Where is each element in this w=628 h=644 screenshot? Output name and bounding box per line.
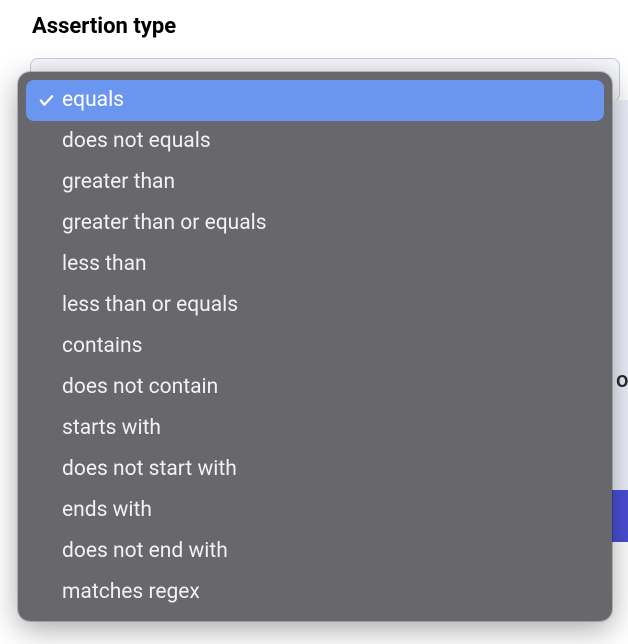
dropdown-option[interactable]: does not end with — [26, 531, 604, 572]
dropdown-option[interactable]: does not contain — [26, 367, 604, 408]
dropdown-option[interactable]: greater than or equals — [26, 203, 604, 244]
background-panel — [610, 100, 628, 530]
dropdown-option-label: less than or equals — [62, 295, 604, 316]
dropdown-option[interactable]: does not start with — [26, 449, 604, 490]
check-icon — [30, 92, 62, 109]
dropdown-option[interactable]: ends with — [26, 490, 604, 531]
dropdown-option[interactable]: matches regex — [26, 572, 604, 613]
background-button-fragment — [612, 490, 628, 542]
dropdown-option[interactable]: does not equals — [26, 121, 604, 162]
dropdown-option-label: ends with — [62, 500, 604, 521]
background-clipped-text: o — [616, 368, 628, 393]
assertion-type-dropdown: equals does not equals greater than greater… — [18, 72, 612, 621]
dropdown-option-label: greater than — [62, 172, 604, 193]
dropdown-option[interactable]: greater than — [26, 162, 604, 203]
dropdown-option-label: does not end with — [62, 541, 604, 562]
dropdown-option-label: does not start with — [62, 459, 604, 480]
dropdown-option-label: starts with — [62, 418, 604, 439]
dropdown-option[interactable]: starts with — [26, 408, 604, 449]
dropdown-option-label: less than — [62, 254, 604, 275]
dropdown-option-label: does not contain — [62, 377, 604, 398]
dropdown-option[interactable]: contains — [26, 326, 604, 367]
dropdown-option[interactable]: less than — [26, 244, 604, 285]
dropdown-option[interactable]: equals — [26, 80, 604, 121]
dropdown-option-label: matches regex — [62, 582, 604, 603]
field-label: Assertion type — [0, 0, 628, 51]
dropdown-option-label: contains — [62, 336, 604, 357]
dropdown-option-label: does not equals — [62, 131, 604, 152]
dropdown-option-label: greater than or equals — [62, 213, 604, 234]
dropdown-option[interactable]: less than or equals — [26, 285, 604, 326]
dropdown-option-label: equals — [62, 90, 604, 111]
